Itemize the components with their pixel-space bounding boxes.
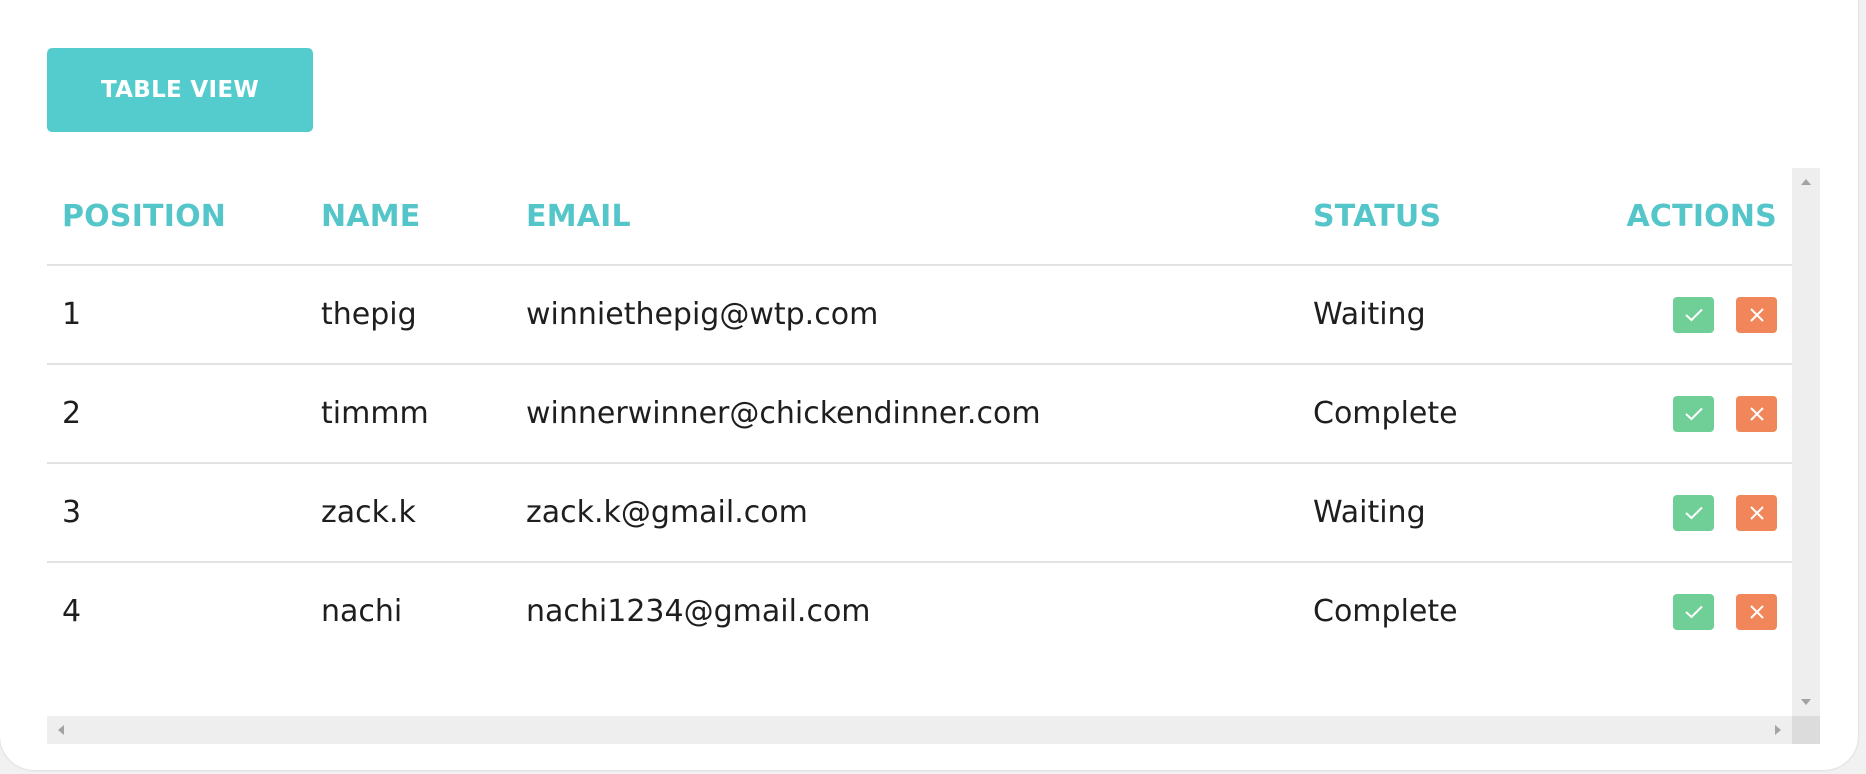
approve-button[interactable] [1673,296,1714,333]
table-viewport: POSITION NAME EMAIL STATUS ACTIONS 1 the… [47,168,1792,716]
table-row: 1 thepig winniethepig@wtp.com Waiting [47,266,1792,365]
cell-status: Waiting [1313,297,1426,332]
approve-button[interactable] [1673,593,1714,630]
column-header-position[interactable]: POSITION [62,168,226,264]
cell-email: winniethepig@wtp.com [526,297,879,332]
scroll-up-arrow-icon[interactable] [1801,179,1811,185]
cell-actions [1673,563,1777,660]
reject-button[interactable] [1736,494,1777,531]
check-icon [1684,308,1703,321]
cell-position: 1 [62,297,82,332]
cell-email: zack.k@gmail.com [526,495,808,530]
cell-name: thepig [321,297,417,332]
scrollbar-corner [1792,716,1820,744]
column-header-actions: ACTIONS [1626,198,1777,234]
cell-position: 3 [62,495,82,530]
approve-button[interactable] [1673,494,1714,531]
reject-button[interactable] [1736,296,1777,333]
close-icon [1749,406,1764,421]
content-card: TABLE VIEW POSITION NAME EMAIL STATUS AC… [0,0,1858,770]
table-view-button[interactable]: TABLE VIEW [47,48,313,132]
column-header-email[interactable]: EMAIL [526,168,631,264]
cell-email: winnerwinner@chickendinner.com [526,396,1041,431]
cell-email: nachi1234@gmail.com [526,594,871,629]
scroll-down-arrow-icon[interactable] [1801,699,1811,705]
reject-button[interactable] [1736,593,1777,630]
check-icon [1684,407,1703,420]
scroll-right-arrow-icon[interactable] [1775,725,1781,735]
vertical-scrollbar[interactable] [1792,168,1820,716]
reject-button[interactable] [1736,395,1777,432]
cell-position: 2 [62,396,82,431]
table-row: 4 nachi nachi1234@gmail.com Complete [47,563,1792,660]
horizontal-scrollbar[interactable] [47,716,1792,744]
cell-name: timmm [321,396,429,431]
cell-name: nachi [321,594,403,629]
table-header-row: POSITION NAME EMAIL STATUS ACTIONS [47,168,1792,266]
close-icon [1749,307,1764,322]
table-row: 2 timmm winnerwinner@chickendinner.com C… [47,365,1792,464]
close-icon [1749,505,1764,520]
cell-status: Waiting [1313,495,1426,530]
cell-position: 4 [62,594,82,629]
cell-name: zack.k [321,495,416,530]
cell-actions [1673,464,1777,561]
scroll-left-arrow-icon[interactable] [58,725,64,735]
data-table-container: POSITION NAME EMAIL STATUS ACTIONS 1 the… [47,168,1820,744]
table-row: 3 zack.k zack.k@gmail.com Waiting [47,464,1792,563]
cell-actions [1673,365,1777,462]
check-icon [1684,506,1703,519]
close-icon [1749,604,1764,619]
approve-button[interactable] [1673,395,1714,432]
cell-actions [1673,266,1777,363]
check-icon [1684,605,1703,618]
column-header-status[interactable]: STATUS [1313,168,1441,264]
column-header-name[interactable]: NAME [321,168,420,264]
cell-status: Complete [1313,396,1458,431]
cell-status: Complete [1313,594,1458,629]
